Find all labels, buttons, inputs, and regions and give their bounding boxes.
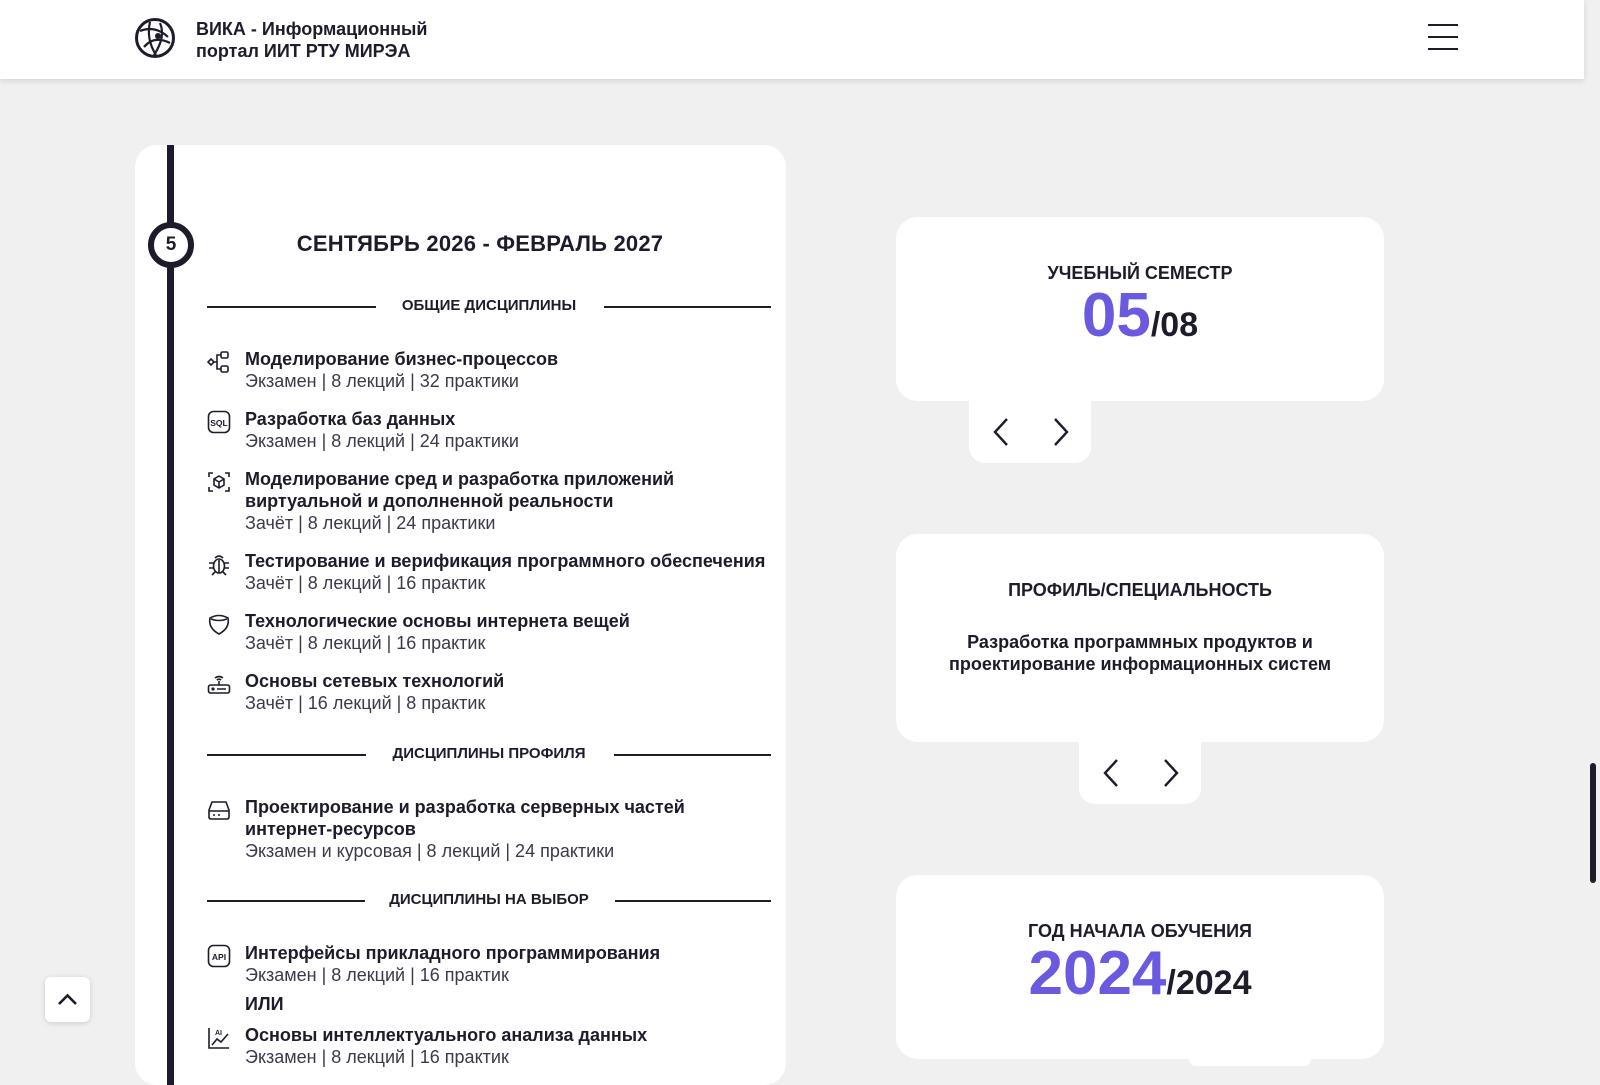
discipline-meta: Зачёт | 8 лекций | 16 практик [245, 633, 486, 653]
bug-icon [209, 555, 229, 576]
period-title: СЕНТЯБРЬ 2026 - ФЕВРАЛЬ 2027 [296, 231, 664, 256]
server-icon [208, 801, 230, 820]
discipline-name: Проектирование и разработка серверных ча… [245, 797, 685, 839]
discipline-item[interactable]: Проектирование и разработка серверных ча… [207, 796, 777, 863]
site-header: ВИКА - Информационный портал ИИТ РТУ МИР… [0, 0, 1584, 79]
semester-nav [969, 401, 1091, 463]
business-process-icon [207, 351, 229, 373]
start-year-total: /2024 [1166, 964, 1252, 1002]
profile-nav [1079, 742, 1201, 804]
sql-icon: SQL [207, 410, 231, 434]
discipline-name: Основы интеллектуального анализа данных [245, 1025, 648, 1045]
discipline-item[interactable]: API Интерфейсы прикладного программирова… [207, 942, 777, 987]
discipline-name: Моделирование бизнес-процессов [245, 349, 559, 369]
profile-label: ПРОФИЛЬ/СПЕЦИАЛЬНОСТЬ [1008, 580, 1272, 600]
discipline-item[interactable]: Моделирование сред и разработка приложен… [207, 468, 777, 535]
discipline-meta: Экзамен | 8 лекций | 24 практики [245, 431, 519, 451]
discipline-item[interactable]: SQL Разработка баз данных Экзамен | 8 ле… [207, 408, 777, 453]
timeline-line [167, 145, 174, 1085]
discipline-name: Моделирование сред и разработка приложен… [245, 469, 675, 511]
semester-label: УЧЕБНЫЙ СЕМЕСТР [1047, 263, 1233, 283]
semester-counter: 05/08 [896, 280, 1384, 368]
discipline-name: Тестирование и верификация программного … [245, 551, 766, 571]
start-year-card: ГОД НАЧАЛА ОБУЧЕНИЯ 2024/2024 [896, 875, 1384, 1059]
discipline-name: Технологические основы интернета вещей [245, 611, 630, 631]
router-icon [207, 675, 231, 694]
next-semester-icon[interactable] [1047, 417, 1073, 447]
semester-current: 05 [1081, 281, 1151, 350]
semester-plan-card: 5 СЕНТЯБРЬ 2026 - ФЕВРАЛЬ 2027 ОБЩИЕ ДИС… [135, 145, 786, 1085]
discipline-item[interactable]: Тестирование и верификация программного … [207, 550, 777, 595]
discipline-meta: Экзамен и курсовая | 8 лекций | 24 практ… [245, 841, 615, 861]
scrollbar-thumb[interactable] [1590, 763, 1596, 883]
semester-total: /08 [1150, 306, 1199, 344]
discipline-meta: Зачёт | 16 лекций | 8 практик [245, 693, 486, 713]
start-year-current: 2024 [1028, 939, 1167, 1008]
start-year-nav [1189, 1059, 1311, 1066]
semester-card: УЧЕБНЫЙ СЕМЕСТР 05/08 [896, 217, 1384, 401]
brand-line-1: ВИКА - Информационный [196, 19, 428, 39]
section-elective-heading: ДИСЦИПЛИНЫ НА ВЫБОР [207, 891, 771, 911]
next-profile-icon[interactable] [1157, 758, 1183, 788]
discipline-meta: Экзамен | 8 лекций | 16 практик [245, 965, 509, 985]
chevron-up-icon [58, 993, 77, 1005]
svg-text:AI: AI [215, 1030, 222, 1037]
menu-icon[interactable] [1428, 24, 1458, 54]
start-year-counter: 2024/2024 [896, 938, 1384, 1026]
section-general-heading: ОБЩИЕ ДИСЦИПЛИНЫ [207, 297, 771, 317]
discipline-item[interactable]: Основы сетевых технологий Зачёт | 16 лек… [207, 670, 777, 715]
iot-device-icon [208, 614, 230, 635]
prev-semester-icon[interactable] [989, 417, 1015, 447]
profile-text: Разработка программных продуктов и проек… [948, 632, 1332, 674]
discipline-name: Основы сетевых технологий [245, 671, 505, 691]
discipline-item[interactable]: Технологические основы интернета вещей З… [207, 610, 777, 655]
discipline-name: Разработка баз данных [245, 409, 456, 429]
discipline-meta: Зачёт | 8 лекций | 16 практик [245, 573, 486, 593]
profile-card: ПРОФИЛЬ/СПЕЦИАЛЬНОСТЬ Разработка програм… [896, 534, 1384, 742]
site-brand[interactable]: ВИКА - Информационный портал ИИТ РТУ МИР… [196, 18, 427, 62]
svg-text:SQL: SQL [210, 418, 227, 428]
svg-text:API: API [212, 952, 226, 962]
globe-logo-icon[interactable] [134, 17, 176, 59]
discipline-item[interactable]: AI Основы интеллектуального анализа данн… [207, 1024, 777, 1069]
api-icon: API [207, 944, 231, 968]
discipline-item[interactable]: Моделирование бизнес-процессов Экзамен |… [207, 348, 777, 393]
brand-line-2: портал ИИТ РТУ МИРЭА [196, 41, 411, 61]
timeline-step-badge: 5 [148, 222, 194, 268]
discipline-meta: Зачёт | 8 лекций | 24 практики [245, 513, 496, 533]
discipline-meta: Экзамен | 8 лекций | 32 практики [245, 371, 519, 391]
or-label: ИЛИ [245, 994, 284, 1014]
start-year-label: ГОД НАЧАЛА ОБУЧЕНИЯ [1028, 921, 1252, 941]
ar-vr-cube-icon [208, 472, 230, 492]
discipline-name: Интерфейсы прикладного программирования [245, 943, 661, 963]
section-profile-heading: ДИСЦИПЛИНЫ ПРОФИЛЯ [207, 745, 771, 765]
ai-chart-icon: AI [208, 1028, 229, 1049]
prev-profile-icon[interactable] [1099, 758, 1125, 788]
scroll-to-top-button[interactable] [45, 977, 90, 1022]
